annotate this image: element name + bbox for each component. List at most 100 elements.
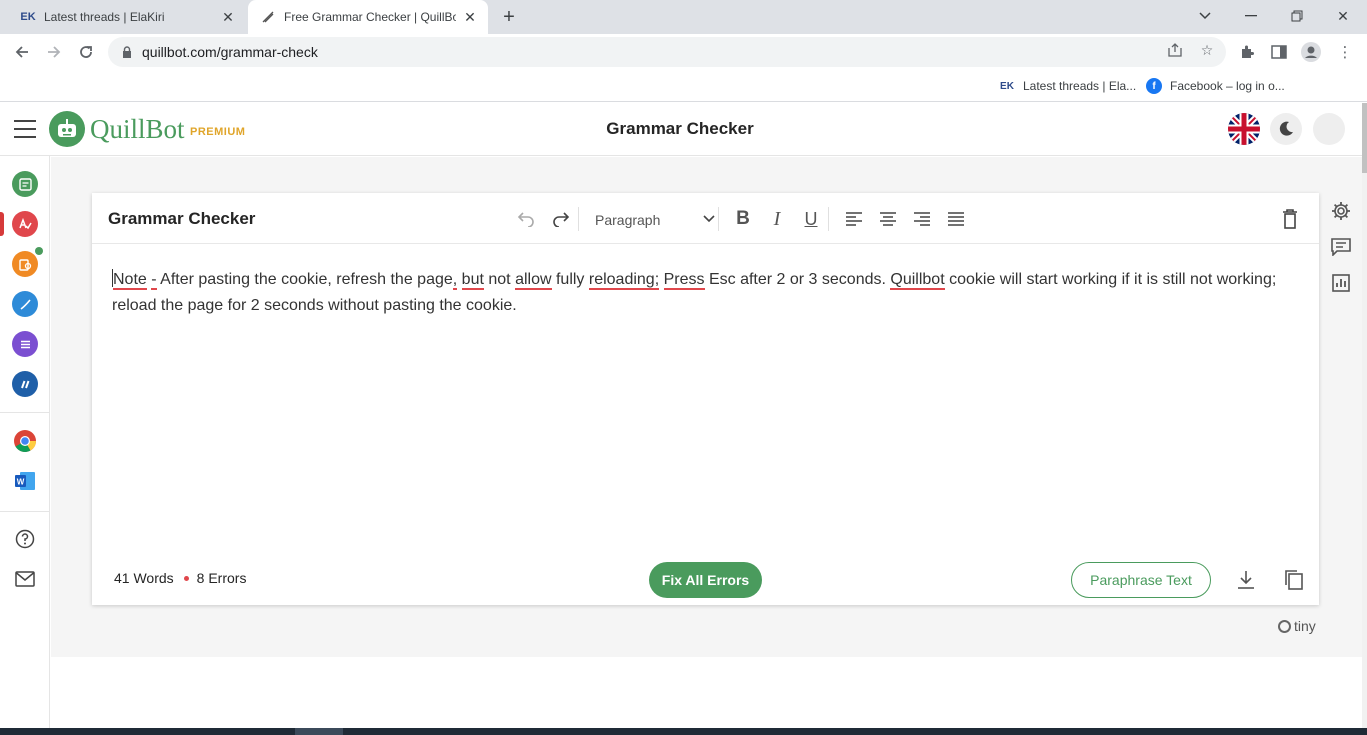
editor-toolbar: Grammar Checker Paragraph B I U [92, 193, 1319, 244]
grammar-editor-card: Grammar Checker Paragraph B I U Note - A… [92, 193, 1319, 605]
tiny-logo-icon [1278, 619, 1291, 633]
profile-icon[interactable] [1300, 41, 1322, 63]
underline-icon[interactable]: U [799, 207, 823, 231]
brand-name[interactable]: QuillBot [90, 114, 185, 145]
grammar-error-span[interactable]: reloading; [588, 271, 660, 290]
bold-icon[interactable]: B [731, 207, 755, 231]
language-flag-icon[interactable] [1228, 113, 1260, 145]
delete-trash-icon[interactable] [1278, 207, 1302, 231]
browser-tab-quillbot[interactable]: Free Grammar Checker | QuillBot ✕ [248, 0, 488, 34]
forward-icon[interactable] [42, 40, 66, 64]
back-icon[interactable] [10, 40, 34, 64]
toolbar-divider [718, 207, 719, 231]
chrome-extension-icon[interactable] [12, 428, 38, 454]
new-tab-button[interactable]: + [498, 6, 520, 28]
user-avatar[interactable] [1313, 113, 1345, 145]
italic-icon[interactable]: I [765, 207, 789, 231]
comments-icon[interactable] [1330, 236, 1352, 258]
elakiri-icon: EK [1000, 80, 1014, 92]
tiny-label: tiny [1294, 618, 1316, 634]
side-panel-icon[interactable] [1268, 41, 1290, 63]
scrollbar-thumb[interactable] [1362, 103, 1367, 173]
grammar-error-span[interactable]: Press [663, 271, 705, 290]
dark-mode-moon-icon[interactable] [1270, 113, 1302, 145]
block-format-value: Paragraph [595, 212, 661, 228]
co-writer-icon[interactable] [12, 291, 38, 317]
sidebar-divider [0, 412, 50, 413]
mail-icon[interactable] [14, 568, 36, 590]
facebook-icon: f [1146, 78, 1162, 94]
align-justify-icon[interactable] [944, 207, 968, 231]
text-span [457, 271, 461, 288]
editor-footer: 41 Words 8 Errors Fix All Errors Paraphr… [92, 559, 1319, 605]
quill-pen-favicon [260, 9, 276, 25]
statistics-icon[interactable] [1330, 272, 1352, 294]
premium-badge: PREMIUM [190, 126, 246, 138]
page-scrollbar[interactable] [1362, 103, 1367, 728]
block-format-select[interactable]: Paragraph [591, 207, 715, 233]
plagiarism-checker-icon[interactable] [12, 251, 38, 277]
error-count[interactable]: 8 Errors [197, 570, 247, 586]
sidebar-divider [0, 511, 50, 512]
tools-sidebar: W [0, 156, 50, 728]
align-left-icon[interactable] [842, 207, 866, 231]
bookmark-label: Latest threads | Ela... [1023, 79, 1137, 93]
stats-summary: 41 Words 8 Errors [114, 570, 246, 586]
elakiri-favicon: EK [20, 11, 36, 23]
bookmark-facebook[interactable]: f Facebook – log in o... [1146, 76, 1285, 96]
tab-title: Latest threads | ElaKiri [44, 10, 165, 24]
page-title: Grammar Checker [606, 119, 754, 138]
close-tab-icon[interactable]: ✕ [462, 9, 478, 25]
share-icon[interactable] [1166, 41, 1184, 59]
app-header: QuillBot PREMIUM Grammar Checker [0, 103, 1362, 156]
lock-icon[interactable] [120, 45, 134, 59]
os-taskbar [0, 728, 1367, 735]
download-icon[interactable] [1234, 568, 1258, 592]
reload-icon[interactable] [74, 40, 98, 64]
close-window-icon[interactable]: ✕ [1330, 4, 1356, 28]
close-tab-icon[interactable]: ✕ [220, 9, 236, 25]
text-span [659, 271, 663, 288]
text-span: After pasting the cookie, refresh the pa… [156, 271, 453, 288]
align-center-icon[interactable] [876, 207, 900, 231]
word-addin-icon[interactable]: W [12, 468, 38, 494]
bookmark-star-icon[interactable]: ☆ [1198, 41, 1216, 59]
chevron-down-icon [703, 211, 715, 230]
align-right-icon[interactable] [910, 207, 934, 231]
citation-generator-icon[interactable] [12, 371, 38, 397]
browser-toolbar: quillbot.com/grammar-check ☆ ⋮ [0, 34, 1367, 70]
bookmark-label: Facebook – log in o... [1170, 79, 1285, 93]
taskbar-active-item[interactable] [295, 728, 343, 735]
restore-icon[interactable] [1284, 4, 1310, 28]
copy-icon[interactable] [1282, 568, 1306, 592]
grammar-error-span[interactable]: but [461, 271, 484, 290]
settings-gear-icon[interactable] [1330, 200, 1352, 222]
bookmarks-bar: EK Latest threads | Ela... f Facebook – … [0, 70, 1367, 102]
more-menu-icon[interactable]: ⋮ [1334, 41, 1356, 63]
tab-search-icon[interactable] [1192, 4, 1218, 28]
menu-icon[interactable] [14, 120, 36, 138]
summarizer-icon[interactable] [12, 331, 38, 357]
tiny-powered-by[interactable]: tiny [1278, 618, 1316, 634]
minimize-icon[interactable] [1238, 4, 1264, 28]
fix-all-errors-button[interactable]: Fix All Errors [649, 562, 762, 598]
bookmark-elakiri[interactable]: EK Latest threads | Ela... [999, 76, 1136, 96]
browser-tab-elakiri[interactable]: EK Latest threads | ElaKiri ✕ [8, 0, 246, 34]
editor-text-area[interactable]: Note - After pasting the cookie, refresh… [112, 267, 1302, 319]
paraphrase-text-button[interactable]: Paraphrase Text [1071, 562, 1211, 598]
grammar-error-span[interactable]: Quillbot [890, 271, 945, 290]
toolbar-divider [828, 207, 829, 231]
address-bar[interactable]: quillbot.com/grammar-check [108, 37, 1226, 67]
redo-icon[interactable] [549, 207, 573, 231]
help-icon[interactable] [14, 528, 36, 550]
grammar-error-span[interactable]: allow [515, 271, 552, 290]
grammar-error-span[interactable]: Note [113, 271, 147, 290]
editor-title: Grammar Checker [108, 209, 256, 228]
url-text: quillbot.com/grammar-check [142, 44, 318, 60]
quillbot-logo-icon[interactable] [49, 111, 85, 147]
page-lower-section [51, 657, 1362, 728]
extensions-icon[interactable] [1236, 41, 1258, 63]
undo-icon[interactable] [514, 207, 538, 231]
grammar-checker-icon[interactable] [12, 211, 38, 237]
paraphraser-icon[interactable] [12, 171, 38, 197]
